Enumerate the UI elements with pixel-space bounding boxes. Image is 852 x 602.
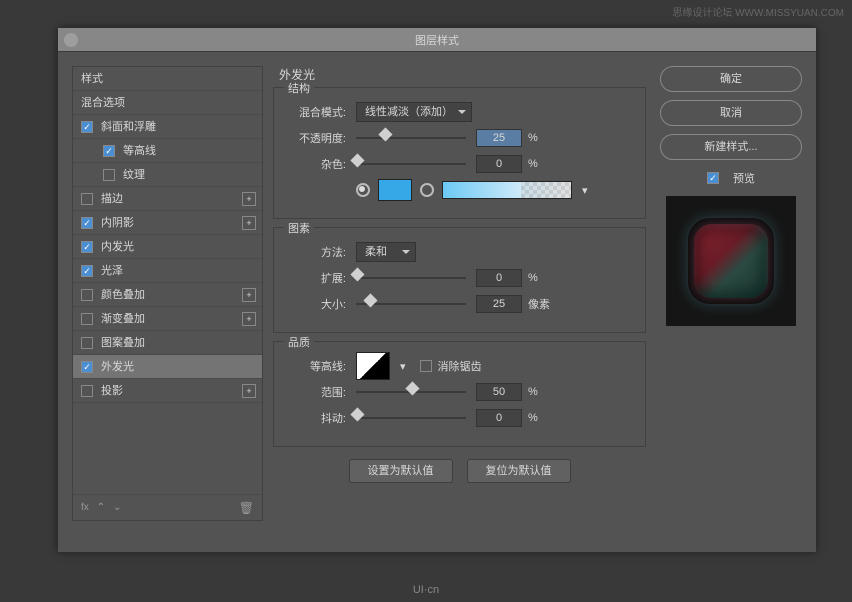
sidebar-item-stroke[interactable]: 描边+ (73, 187, 262, 211)
elements-section: 图素 方法: 柔和 扩展: 0 % 大小: 25 像素 (273, 227, 646, 333)
size-unit: 像素 (528, 296, 550, 312)
sidebar-item-dropshadow[interactable]: 投影+ (73, 379, 262, 403)
sidebar-item-blending[interactable]: 混合选项 (73, 91, 262, 115)
spread-input[interactable]: 0 (476, 269, 522, 287)
sidebar-item-outerglow[interactable]: 外发光 (73, 355, 262, 379)
spread-slider[interactable] (356, 271, 466, 285)
range-input[interactable]: 50 (476, 383, 522, 401)
new-style-button[interactable]: 新建样式... (660, 134, 802, 160)
blendmode-dropdown[interactable]: 线性减淡（添加） (356, 102, 472, 122)
opacity-unit: % (528, 132, 538, 144)
watermark-text: 思缘设计论坛 WWW.MISSYUAN.COM (672, 4, 844, 19)
reset-default-button[interactable]: 复位为默认值 (467, 459, 571, 483)
ok-button[interactable]: 确定 (660, 66, 802, 92)
structure-section: 结构 混合模式: 线性减淡（添加） 不透明度: 25 % 杂色: 0 % (273, 87, 646, 219)
sidebar-item-innerglow[interactable]: 内发光 (73, 235, 262, 259)
up-icon[interactable]: ⌃ (97, 502, 105, 513)
checkbox-icon[interactable] (103, 145, 115, 157)
range-slider[interactable] (356, 385, 466, 399)
noise-unit: % (528, 158, 538, 170)
opacity-slider[interactable] (356, 131, 466, 145)
panel-title: 外发光 (279, 66, 646, 83)
sidebar-item-texture[interactable]: 纹理 (73, 163, 262, 187)
sidebar-item-patternoverlay[interactable]: 图案叠加 (73, 331, 262, 355)
noise-label: 杂色: (286, 156, 346, 172)
sidebar-item-gradientoverlay[interactable]: 渐变叠加+ (73, 307, 262, 331)
gradient-swatch[interactable] (442, 181, 572, 199)
preview-label: 预览 (733, 170, 755, 186)
method-label: 方法: (286, 244, 346, 260)
dialog-title: 图层样式 (415, 35, 459, 47)
layer-style-dialog: 图层样式 样式 混合选项 斜面和浮雕 等高线 纹理 描边+ 内阴影+ 内发光 光… (58, 28, 816, 552)
down-icon[interactable]: ⌄ (113, 502, 121, 513)
add-fx-icon[interactable]: + (242, 312, 256, 326)
quality-section: 品质 等高线: ▾ 消除锯齿 范围: 50 % 抖动: 0 (273, 341, 646, 447)
sidebar-item-coloroverlay[interactable]: 颜色叠加+ (73, 283, 262, 307)
sidebar-item-innershadow[interactable]: 内阴影+ (73, 211, 262, 235)
blendmode-label: 混合模式: (286, 104, 346, 120)
checkbox-icon[interactable] (81, 385, 93, 397)
add-fx-icon[interactable]: + (242, 384, 256, 398)
checkbox-icon[interactable] (81, 361, 93, 373)
spread-unit: % (528, 272, 538, 284)
checkbox-icon[interactable] (81, 193, 93, 205)
cancel-button[interactable]: 取消 (660, 100, 802, 126)
sidebar-item-bevel[interactable]: 斜面和浮雕 (73, 115, 262, 139)
close-icon[interactable] (64, 33, 78, 47)
chevron-down-icon[interactable]: ▾ (400, 360, 406, 373)
checkbox-icon[interactable] (81, 337, 93, 349)
checkbox-icon[interactable] (81, 217, 93, 229)
checkbox-icon[interactable] (81, 265, 93, 277)
antialias-label: 消除锯齿 (438, 358, 482, 374)
gradient-radio[interactable] (420, 183, 434, 197)
sidebar-item-contour[interactable]: 等高线 (73, 139, 262, 163)
settings-panel: 外发光 结构 混合模式: 线性减淡（添加） 不透明度: 25 % 杂色: 0 (263, 52, 656, 552)
sidebar-footer: fx ⌃ ⌄ 🗑 (73, 494, 262, 520)
add-fx-icon[interactable]: + (242, 288, 256, 302)
preview-thumbnail (666, 196, 796, 326)
section-title: 品质 (284, 334, 314, 350)
jitter-unit: % (528, 412, 538, 424)
checkbox-icon[interactable] (81, 241, 93, 253)
opacity-input[interactable]: 25 (476, 129, 522, 147)
contour-label: 等高线: (286, 358, 346, 374)
method-dropdown[interactable]: 柔和 (356, 242, 416, 262)
footer-logo: UI·cn (413, 584, 439, 596)
styles-sidebar: 样式 混合选项 斜面和浮雕 等高线 纹理 描边+ 内阴影+ 内发光 光泽 颜色叠… (58, 52, 263, 552)
noise-slider[interactable] (356, 157, 466, 171)
add-fx-icon[interactable]: + (242, 192, 256, 206)
opacity-label: 不透明度: (286, 130, 346, 146)
color-swatch[interactable] (378, 179, 412, 201)
spread-label: 扩展: (286, 270, 346, 286)
section-title: 图素 (284, 220, 314, 236)
range-label: 范围: (286, 384, 346, 400)
checkbox-icon[interactable] (81, 313, 93, 325)
size-slider[interactable] (356, 297, 466, 311)
jitter-input[interactable]: 0 (476, 409, 522, 427)
sidebar-item-styles[interactable]: 样式 (73, 67, 262, 91)
noise-input[interactable]: 0 (476, 155, 522, 173)
chevron-down-icon[interactable]: ▾ (582, 184, 588, 197)
size-input[interactable]: 25 (476, 295, 522, 313)
titlebar: 图层样式 (58, 28, 816, 52)
sidebar-item-satin[interactable]: 光泽 (73, 259, 262, 283)
checkbox-icon[interactable] (103, 169, 115, 181)
actions-panel: 确定 取消 新建样式... 预览 (656, 52, 816, 552)
jitter-label: 抖动: (286, 410, 346, 426)
range-unit: % (528, 386, 538, 398)
add-fx-icon[interactable]: + (242, 216, 256, 230)
fx-icon[interactable]: fx (81, 502, 89, 513)
color-radio[interactable] (356, 183, 370, 197)
checkbox-icon[interactable] (81, 121, 93, 133)
preview-checkbox[interactable] (707, 172, 719, 184)
checkbox-icon[interactable] (81, 289, 93, 301)
style-list: 样式 混合选项 斜面和浮雕 等高线 纹理 描边+ 内阴影+ 内发光 光泽 颜色叠… (72, 66, 263, 521)
contour-picker[interactable] (356, 352, 390, 380)
section-title: 结构 (284, 80, 314, 96)
jitter-slider[interactable] (356, 411, 466, 425)
trash-icon[interactable]: 🗑 (239, 501, 254, 515)
size-label: 大小: (286, 296, 346, 312)
antialias-checkbox[interactable] (420, 360, 432, 372)
set-default-button[interactable]: 设置为默认值 (349, 459, 453, 483)
